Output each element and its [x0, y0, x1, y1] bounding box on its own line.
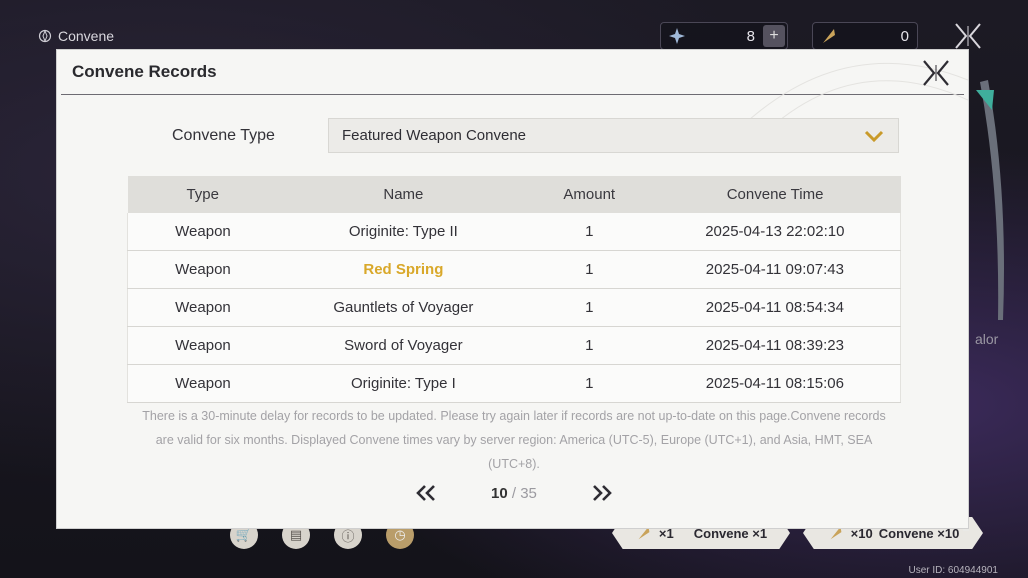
table-row: Weapon Sword of Voyager 1 2025-04-11 08:… [126, 326, 901, 365]
convene-type-label: Convene Type [172, 126, 275, 144]
records-notice: There is a 30-minute delay for records t… [142, 409, 886, 471]
cell-name: Sword of Voyager [277, 326, 529, 365]
cell-amount: 1 [528, 213, 650, 251]
currency-tide: 0 [812, 22, 918, 50]
cell-time: 2025-04-11 08:15:06 [649, 364, 901, 403]
page-indicator: 10 / 35 [491, 485, 537, 502]
page-separator: / [507, 484, 521, 502]
user-id: User ID: 604944901 [908, 565, 998, 576]
cell-name-highlight: Red Spring [277, 250, 529, 289]
next-page-icon[interactable] [591, 484, 613, 502]
column-header-name: Name [277, 176, 529, 213]
cell-amount: 1 [528, 364, 650, 403]
cell-type: Weapon [126, 250, 278, 289]
records-table: Type Name Amount Convene Time Weapon Ori… [126, 176, 901, 403]
cell-name: Originite: Type I [277, 364, 529, 403]
star-crystal-icon [669, 28, 685, 44]
weapon-blade-art [976, 80, 1004, 320]
pagination: 10 / 35 [415, 484, 613, 502]
page-title-text: Convene [58, 28, 115, 44]
cell-time: 2025-04-11 08:54:34 [649, 288, 901, 327]
cell-type: Weapon [126, 288, 278, 327]
cell-time: 2025-04-13 22:02:10 [649, 213, 901, 251]
table-header-row: Type Name Amount Convene Time [127, 176, 901, 213]
chevron-down-icon [864, 130, 884, 142]
cell-time: 2025-04-11 08:39:23 [649, 326, 901, 365]
current-page: 10 [491, 484, 508, 502]
cell-amount: 1 [528, 326, 650, 365]
cell-name: Originite: Type II [277, 213, 529, 251]
cell-type: Weapon [126, 364, 278, 403]
close-icon[interactable] [921, 58, 951, 88]
table-row: Weapon Originite: Type I 1 2025-04-11 08… [126, 364, 901, 403]
table-row: Weapon Red Spring 1 2025-04-11 09:07:43 [126, 250, 901, 289]
currency-astrite: 8 + [660, 22, 788, 50]
convene-type-row: Convene Type Featured Weapon Convene [172, 118, 899, 153]
cell-type: Weapon [126, 213, 278, 251]
convene-type-value: Featured Weapon Convene [342, 127, 527, 144]
cell-time: 2025-04-11 09:07:43 [649, 250, 901, 289]
add-currency-button[interactable]: + [763, 25, 785, 47]
cell-name: Gauntlets of Voyager [277, 288, 529, 327]
outer-close-icon[interactable] [952, 20, 984, 52]
table-row: Weapon Originite: Type II 1 2025-04-13 2… [126, 213, 901, 251]
page-title: Convene [38, 28, 114, 44]
table-row: Weapon Gauntlets of Voyager 1 2025-04-11… [126, 288, 901, 327]
column-header-time: Convene Time [649, 176, 901, 213]
cell-type: Weapon [126, 326, 278, 365]
currency-value: 8 [746, 27, 755, 45]
background-text: alor [975, 331, 999, 347]
convene-records-modal: Convene Records Convene Type Featured We… [57, 50, 968, 528]
convene-type-select[interactable]: Featured Weapon Convene [328, 118, 899, 153]
convene-emblem-icon [38, 29, 52, 43]
column-header-amount: Amount [528, 176, 650, 213]
modal-title: Convene Records [72, 62, 217, 81]
column-header-type: Type [127, 176, 278, 213]
total-pages: 35 [520, 484, 537, 502]
prev-page-icon[interactable] [415, 484, 437, 502]
currency-value: 0 [900, 27, 909, 45]
cell-amount: 1 [528, 288, 650, 327]
feather-token-icon [823, 29, 835, 43]
cell-amount: 1 [528, 250, 650, 289]
